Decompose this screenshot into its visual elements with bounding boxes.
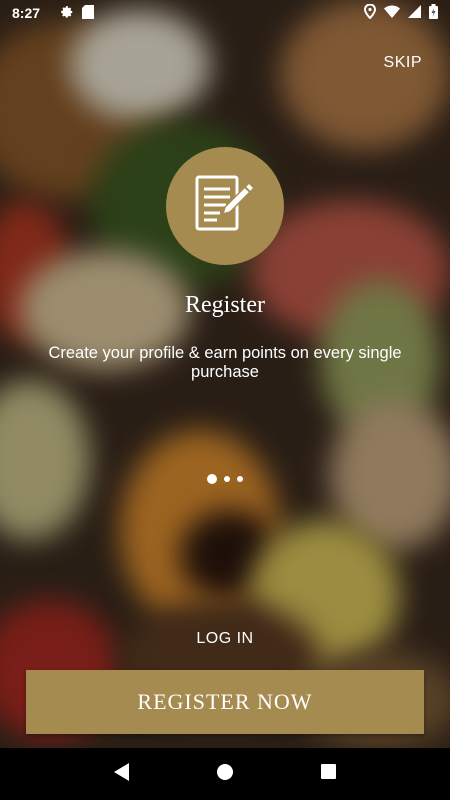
- onboarding-subtitle: Create your profile & earn points on eve…: [48, 344, 402, 381]
- back-button[interactable]: [102, 754, 142, 794]
- location-icon: [363, 3, 377, 22]
- page-dot: [237, 476, 243, 482]
- home-button[interactable]: [205, 754, 245, 794]
- home-icon: [216, 763, 233, 785]
- feature-icon-circle: [166, 147, 284, 265]
- page-dot: [224, 476, 230, 482]
- onboarding-title: Register: [185, 292, 265, 318]
- recents-icon: [320, 764, 336, 784]
- page-indicator: [0, 474, 450, 484]
- wifi-icon: [384, 5, 400, 21]
- recents-button[interactable]: [308, 754, 348, 794]
- register-form-pencil-icon: [193, 173, 257, 240]
- back-icon: [113, 762, 130, 786]
- signal-icon: [408, 5, 421, 21]
- login-button[interactable]: LOG IN: [0, 630, 450, 648]
- page-dot-active: [207, 474, 217, 484]
- sd-card-icon: [82, 4, 95, 22]
- status-time: 8:27: [12, 5, 41, 21]
- system-nav-bar: [0, 748, 450, 800]
- battery-icon: [429, 4, 438, 22]
- gear-icon: [60, 5, 74, 22]
- status-bar: 8:27: [0, 0, 450, 26]
- skip-button[interactable]: SKIP: [384, 54, 422, 72]
- register-now-button[interactable]: REGISTER NOW: [26, 670, 424, 734]
